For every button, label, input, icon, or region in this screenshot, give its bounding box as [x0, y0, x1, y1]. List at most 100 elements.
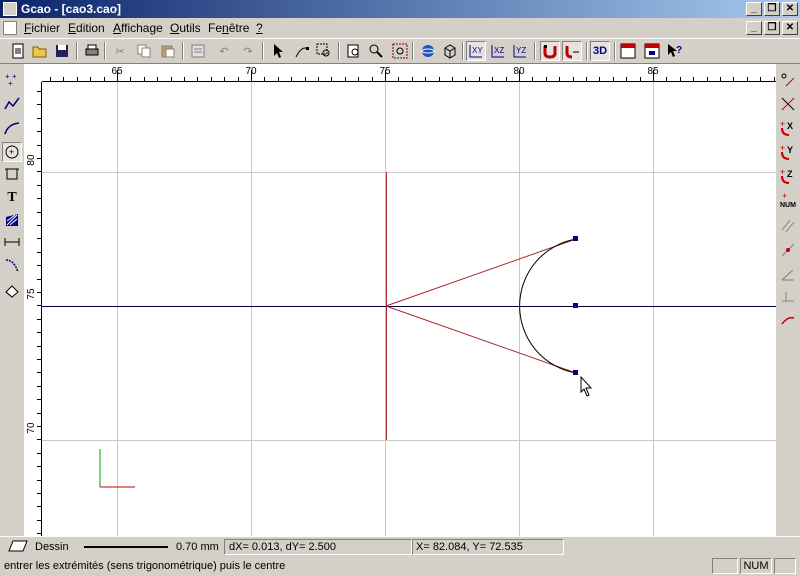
svg-text:Y: Y: [787, 145, 793, 155]
mode-label: Dessin: [35, 541, 69, 553]
perpendicular-icon[interactable]: [778, 240, 798, 260]
mode-icon: [8, 539, 28, 555]
magnet-snap-icon[interactable]: [540, 41, 560, 61]
svg-text:+: +: [780, 167, 785, 177]
menu-fichier[interactable]: Fichier: [24, 21, 60, 35]
new-doc-icon[interactable]: [8, 41, 28, 61]
svg-text:+: +: [9, 147, 14, 157]
line-width-sample: [84, 546, 168, 548]
zoom-all-icon[interactable]: [390, 41, 410, 61]
parallel-icon[interactable]: [778, 216, 798, 236]
select-arrow-icon[interactable]: [268, 41, 288, 61]
normal-icon[interactable]: [778, 286, 798, 306]
rectangle-tool-icon[interactable]: [2, 164, 22, 184]
ruler-label-80: 80: [513, 66, 525, 77]
ruler-label-75: 75: [379, 66, 391, 77]
3d-view-icon[interactable]: 3D: [590, 41, 610, 61]
svg-text:NUM: NUM: [780, 202, 796, 209]
print-icon[interactable]: [82, 41, 102, 61]
export-3d-icon[interactable]: [642, 41, 662, 61]
arc-end-handle[interactable]: [573, 370, 578, 375]
menu-fenetre[interactable]: Fenêtre: [208, 21, 249, 35]
open-folder-icon[interactable]: [30, 41, 50, 61]
main-toolbar: ✂ ↶ ↷ XY XZ YZ 3D ?: [0, 38, 800, 64]
fillet-icon[interactable]: [2, 256, 22, 276]
snap-point-icon[interactable]: [562, 41, 582, 61]
help-pointer-icon[interactable]: ?: [664, 41, 684, 61]
delta-readout: dX= 0.013, dY= 2.500: [229, 541, 337, 553]
sphere-icon[interactable]: [418, 41, 438, 61]
doc-minimize-button[interactable]: _: [746, 21, 762, 35]
plane-yz-icon[interactable]: YZ: [510, 41, 530, 61]
angle-icon[interactable]: [778, 264, 798, 284]
cut-icon[interactable]: ✂: [110, 41, 130, 61]
input-z-icon[interactable]: + Z: [778, 166, 798, 186]
svg-text:Z: Z: [787, 169, 793, 179]
doc-close-button[interactable]: ✕: [782, 21, 798, 35]
undo-icon[interactable]: ↶: [214, 41, 234, 61]
app-icon[interactable]: [3, 2, 17, 16]
doc-restore-button[interactable]: ❐: [764, 21, 780, 35]
zoom-window-icon[interactable]: [314, 41, 334, 61]
svg-text:XY: XY: [472, 46, 483, 55]
edit-node-icon[interactable]: [292, 41, 312, 61]
num-indicator: NUM: [740, 558, 772, 574]
horizontal-ruler-ticks: 65 70 75 80 85: [50, 66, 775, 82]
line-width-value: 0.70 mm: [176, 541, 219, 553]
paste-icon[interactable]: [158, 41, 178, 61]
menu-help[interactable]: ?: [256, 21, 263, 35]
svg-text:+: +: [780, 119, 785, 129]
hatch-icon[interactable]: [2, 210, 22, 230]
save-icon[interactable]: [52, 41, 72, 61]
tangent-line-top[interactable]: [385, 238, 577, 307]
svg-text:+: +: [12, 72, 17, 81]
copy-icon[interactable]: [134, 41, 154, 61]
menu-edition[interactable]: Edition: [68, 21, 105, 35]
drawing-canvas[interactable]: [42, 82, 776, 536]
restore-button[interactable]: ❐: [764, 2, 780, 16]
input-num-icon[interactable]: + NUM: [778, 190, 798, 210]
indicator-empty-2: [774, 558, 796, 574]
svg-text:+: +: [780, 143, 785, 153]
dimension-icon[interactable]: [2, 232, 22, 252]
tangent-icon[interactable]: [778, 310, 798, 330]
erase-icon[interactable]: [2, 280, 22, 300]
snap-intersection-icon[interactable]: [778, 94, 798, 114]
text-tool-icon[interactable]: T: [2, 188, 22, 208]
mouse-cursor-icon: [580, 375, 593, 397]
arc-start-handle[interactable]: [573, 236, 578, 241]
ruler-label-70: 70: [245, 66, 257, 77]
document-icon[interactable]: [3, 21, 17, 35]
plane-xz-icon[interactable]: XZ: [488, 41, 508, 61]
snap-end-icon[interactable]: [778, 70, 798, 90]
circle-tool-icon[interactable]: +: [2, 142, 22, 162]
input-y-icon[interactable]: + Y: [778, 142, 798, 162]
zoom-icon[interactable]: [344, 41, 364, 61]
properties-icon[interactable]: [188, 41, 208, 61]
menu-outils[interactable]: Outils: [170, 21, 201, 35]
points-icon[interactable]: + + +: [2, 70, 22, 90]
ruler-label-v70: 70: [26, 422, 37, 434]
ruler-corner: [24, 64, 42, 82]
vertical-ruler-ticks: 80 75 70: [26, 91, 42, 534]
status-bar: Dessin 0.70 mm dX= 0.013, dY= 2.500 X= 8…: [0, 536, 800, 556]
drawing-svg[interactable]: [42, 82, 776, 536]
svg-text:XZ: XZ: [494, 46, 504, 55]
ruler-label-85: 85: [647, 66, 659, 77]
svg-text:X: X: [787, 121, 793, 131]
polyline-icon[interactable]: [2, 94, 22, 114]
indicator-empty: [712, 558, 738, 574]
plane-xy-icon[interactable]: XY: [466, 41, 486, 61]
cube-icon[interactable]: [440, 41, 460, 61]
minimize-button[interactable]: _: [746, 2, 762, 16]
input-x-icon[interactable]: + X: [778, 118, 798, 138]
redo-icon[interactable]: ↷: [238, 41, 258, 61]
close-button[interactable]: ✕: [782, 2, 798, 16]
export-2d-icon[interactable]: [618, 41, 638, 61]
tangent-line-bottom[interactable]: [385, 305, 577, 374]
svg-text:+: +: [782, 191, 787, 201]
zoom-pan-icon[interactable]: [366, 41, 386, 61]
menu-affichage[interactable]: Affichage: [113, 21, 163, 35]
curve-icon[interactable]: [2, 118, 22, 138]
arc-center-handle[interactable]: [573, 303, 578, 308]
